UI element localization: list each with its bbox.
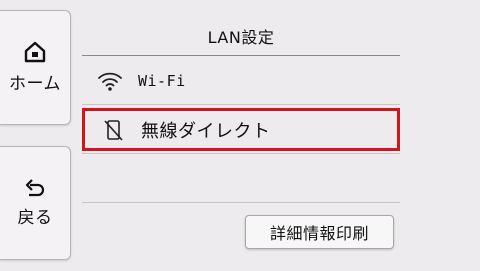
list-item-wifi[interactable]: Wi-Fi [82, 59, 400, 103]
print-details-button[interactable]: 詳細情報印刷 [245, 215, 394, 249]
list-divider [82, 202, 400, 203]
list-item-wireless-direct[interactable]: 無線ダイレクト [82, 108, 400, 151]
title-divider [82, 55, 400, 56]
list-divider [82, 104, 400, 105]
page-title: LAN設定 [207, 28, 275, 47]
home-icon [24, 41, 46, 63]
back-button[interactable]: 戻る [0, 146, 71, 260]
home-label: ホーム [9, 74, 61, 94]
list-divider [82, 153, 400, 154]
wireless-direct-label: 無線ダイレクト [141, 120, 271, 142]
wifi-label: Wi-Fi [138, 72, 186, 90]
wireless-direct-icon [85, 119, 141, 141]
home-button[interactable]: ホーム [0, 10, 71, 125]
back-arrow-icon [24, 178, 46, 197]
back-label: 戻る [17, 207, 53, 228]
wifi-icon [82, 70, 138, 92]
